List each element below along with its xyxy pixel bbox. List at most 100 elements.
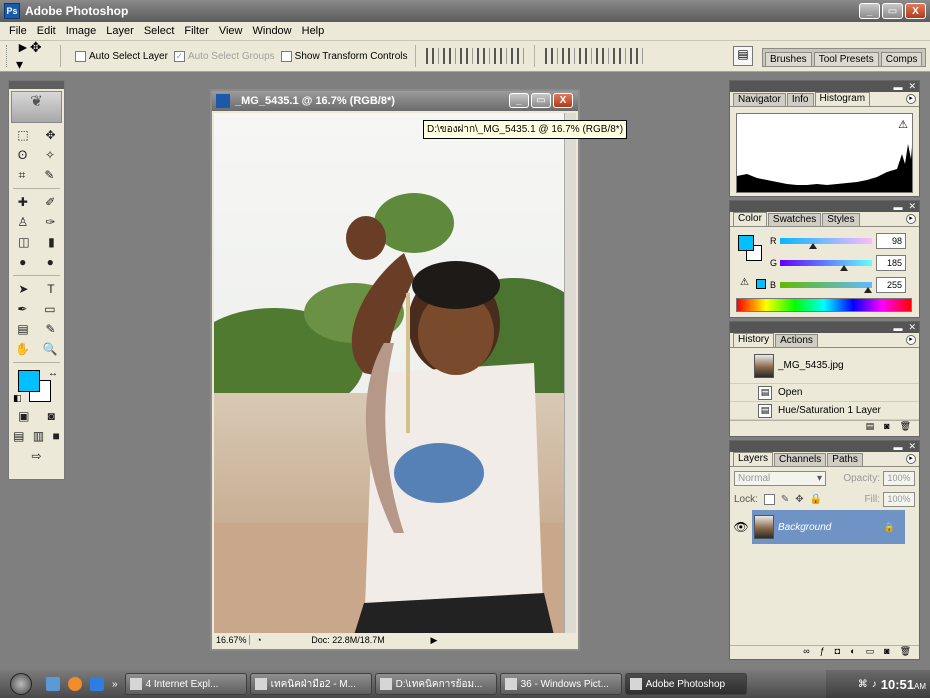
palette-menu-icon[interactable]: ▸ xyxy=(906,214,916,224)
tool-10-0-icon[interactable]: ✋ xyxy=(15,342,30,356)
tab-info[interactable]: Info xyxy=(786,93,814,106)
align-button-3[interactable] xyxy=(460,48,474,64)
document-maximize-button[interactable]: ▭ xyxy=(531,93,551,108)
menu-window[interactable]: Window xyxy=(248,25,297,37)
menu-view[interactable]: View xyxy=(214,25,248,37)
layer-row[interactable]: 👁 Background 🔒 xyxy=(730,509,919,545)
channel-value-field[interactable]: 255 xyxy=(876,277,906,293)
distribute-button-6[interactable] xyxy=(630,48,644,64)
tool-6-0-icon[interactable]: ● xyxy=(19,255,26,269)
taskbar-button-2[interactable]: เทคนิคฝ่ามือ2 - M... xyxy=(249,673,372,695)
align-button-6[interactable] xyxy=(511,48,525,64)
new-snapshot-icon[interactable]: ◙ xyxy=(884,421,889,432)
menu-select[interactable]: Select xyxy=(139,25,180,37)
tab-layers[interactable]: Layers xyxy=(733,452,774,466)
lock-position-icon[interactable]: ✥ xyxy=(795,494,803,505)
tool-5-0-icon[interactable]: ◫ xyxy=(18,235,29,249)
new-document-from-state-icon[interactable]: ▤ xyxy=(866,421,875,432)
palette-title-bar[interactable]: ▬ ✕ xyxy=(730,322,919,333)
palette-title-bar[interactable]: ▬ ✕ xyxy=(730,81,919,92)
internet-explorer-icon[interactable] xyxy=(90,677,104,691)
tool-9-1-icon[interactable]: ✎ xyxy=(46,322,56,336)
delete-state-icon[interactable]: 🗑 xyxy=(900,421,911,432)
tab-styles[interactable]: Styles xyxy=(822,213,860,226)
status-info-icon[interactable]: ◔ xyxy=(250,635,268,645)
swap-colors-icon[interactable]: ↔ xyxy=(48,368,58,379)
tool-8-0-icon[interactable]: ✒ xyxy=(17,302,27,316)
tool-3-1-icon[interactable]: ✐ xyxy=(45,195,55,209)
opacity-field[interactable]: 100% xyxy=(883,470,915,486)
minimize-button[interactable]: _ xyxy=(859,3,880,19)
history-snapshot[interactable]: _MG_5435.jpg xyxy=(730,348,919,384)
distribute-button-4[interactable] xyxy=(596,48,610,64)
firefox-icon[interactable] xyxy=(68,677,82,691)
menu-layer[interactable]: Layer xyxy=(101,25,139,37)
zoom-level-field[interactable]: 16.67% xyxy=(214,635,250,645)
auto-select-groups-checkbox[interactable]: ✓ Auto Select Groups xyxy=(173,50,275,62)
tool-6-1-icon[interactable]: ● xyxy=(47,255,54,269)
menu-file[interactable]: File xyxy=(4,25,32,37)
tool-2-1-icon[interactable]: ✎ xyxy=(44,168,54,182)
tool-4-0-icon[interactable]: ♙ xyxy=(18,215,29,229)
layer-item[interactable]: Background 🔒 xyxy=(752,510,905,544)
tool-5-1-icon[interactable]: ▮ xyxy=(48,235,55,249)
network-icon[interactable]: ⌘ xyxy=(858,679,868,690)
tab-history[interactable]: History xyxy=(733,333,775,347)
gamut-color-swatch[interactable] xyxy=(756,279,766,289)
channel-slider-track[interactable] xyxy=(780,238,872,249)
taskbar-button-5[interactable]: Adobe Photoshop xyxy=(624,673,747,695)
palette-close-icon[interactable]: ✕ xyxy=(908,441,916,452)
channel-slider-thumb[interactable] xyxy=(809,243,818,249)
start-button[interactable] xyxy=(0,670,42,698)
show-transform-controls-checkbox[interactable]: Show Transform Controls xyxy=(280,50,407,62)
tool-0-1-icon[interactable]: ✥ xyxy=(46,128,56,142)
standard-screen-mode-icon[interactable]: ▤ xyxy=(13,429,24,443)
volume-icon[interactable]: ♪ xyxy=(872,679,877,690)
checkbox-box[interactable] xyxy=(280,50,292,62)
options-bar-grip[interactable] xyxy=(6,45,10,67)
channel-slider-thumb[interactable] xyxy=(840,265,849,271)
palette-close-icon[interactable]: ✕ xyxy=(908,81,916,92)
palette-close-icon[interactable]: ✕ xyxy=(908,322,916,333)
layer-visibility-eye-icon[interactable]: 👁 xyxy=(730,520,752,534)
new-layer-icon[interactable]: ◙ xyxy=(884,646,889,657)
toolbox-title-bar[interactable] xyxy=(9,81,64,89)
blend-mode-dropdown[interactable]: Normal xyxy=(734,470,826,486)
file-browser-icon[interactable]: ▤ xyxy=(733,46,753,66)
checkbox-box[interactable]: ✓ xyxy=(173,50,185,62)
document-title-bar[interactable]: _MG_5435.1 @ 16.7% (RGB/8*) _ ▭ X xyxy=(212,91,578,111)
foreground-color-swatch[interactable] xyxy=(18,370,40,392)
tool-1-1-icon[interactable]: ✧ xyxy=(45,148,55,162)
align-button-2[interactable] xyxy=(443,48,457,64)
feather-logo-icon[interactable]: ❦ xyxy=(11,91,62,123)
menu-filter[interactable]: Filter xyxy=(179,25,213,37)
full-screen-menu-mode-icon[interactable]: ▥ xyxy=(33,429,44,443)
palette-close-icon[interactable]: ✕ xyxy=(908,201,916,212)
align-button-1[interactable] xyxy=(426,48,440,64)
lock-image-icon[interactable]: ✎ xyxy=(781,494,789,505)
show-desktop-icon[interactable] xyxy=(46,677,60,691)
channel-value-field[interactable]: 98 xyxy=(876,233,906,249)
gamut-warning-icon[interactable]: ⚠ xyxy=(740,277,749,288)
link-layers-icon[interactable]: ∞ xyxy=(803,646,809,657)
jump-to-imageready-icon[interactable]: ⇨ xyxy=(31,449,41,463)
align-button-4[interactable] xyxy=(477,48,491,64)
align-button-5[interactable] xyxy=(494,48,508,64)
fill-field[interactable]: 100% xyxy=(883,491,915,507)
taskbar-button-3[interactable]: D:\เทคนิคการย้อม... xyxy=(374,673,497,695)
tab-color[interactable]: Color xyxy=(733,212,767,226)
tool-10-1-icon[interactable]: 🔍 xyxy=(43,342,58,356)
history-state[interactable]: ▤ Open xyxy=(730,384,919,402)
layer-style-icon[interactable]: ƒ xyxy=(820,646,825,657)
document-close-button[interactable]: X xyxy=(553,93,573,108)
checkbox-box[interactable] xyxy=(75,50,86,62)
document-vertical-scrollbar[interactable] xyxy=(564,113,576,635)
quicklaunch-more-icon[interactable]: » xyxy=(112,679,118,690)
default-colors-icon[interactable]: ◧ xyxy=(13,393,22,404)
channel-value-field[interactable]: 185 xyxy=(876,255,906,271)
palette-well-tab-comps[interactable]: Comps xyxy=(880,52,923,66)
tab-channels[interactable]: Channels xyxy=(774,453,827,466)
auto-select-layer-checkbox[interactable]: Auto Select Layer xyxy=(75,50,168,62)
palette-minimize-icon[interactable]: ▬ xyxy=(893,82,902,92)
distribute-button-1[interactable] xyxy=(545,48,559,64)
